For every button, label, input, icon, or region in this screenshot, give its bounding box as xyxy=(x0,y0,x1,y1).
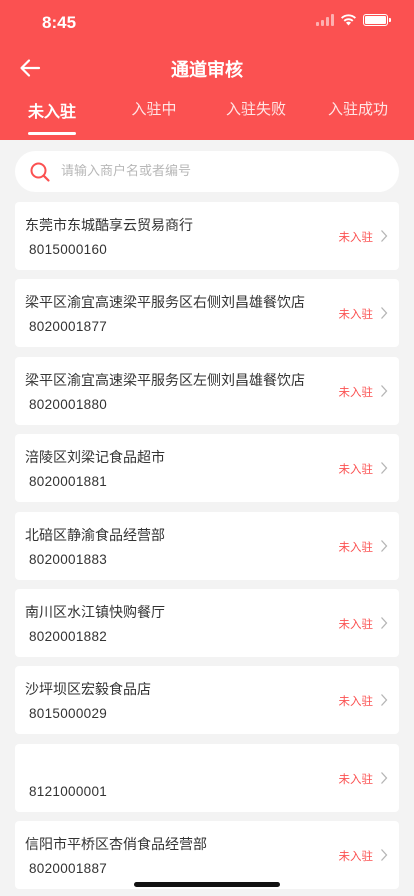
merchant-code: 8015000160 xyxy=(29,242,108,257)
battery-icon xyxy=(363,14,391,26)
merchant-code: 8121000001 xyxy=(29,783,108,799)
status-bar: 8:45 xyxy=(0,0,414,46)
merchant-card[interactable]: 涪陵区刘梁记食品超市 8020001881 未入驻 xyxy=(15,434,399,503)
chevron-right-icon xyxy=(381,539,388,552)
tab-bar: 未入驻 入驻中 入驻失败 入驻成功 xyxy=(0,90,414,140)
tab-label: 未入驻 xyxy=(27,102,76,121)
merchant-name: 信阳市平桥区杏俏食品经营部 xyxy=(25,837,207,854)
status-time: 8:45 xyxy=(42,13,77,32)
merchant-card[interactable]: 梁平区渝宜高速梁平服务区左侧刘昌雄餐饮店 8020001880 未入驻 xyxy=(15,356,399,425)
merchant-name: 北碚区静渝食品经营部 xyxy=(25,527,165,544)
status-label: 未入驻 xyxy=(338,849,374,864)
merchant-code: 8020001882 xyxy=(29,628,108,644)
status-label: 未入驻 xyxy=(338,307,374,322)
merchant-name: 涪陵区刘梁记食品超市 xyxy=(25,450,165,467)
chevron-right-icon xyxy=(381,230,388,242)
merchant-card[interactable]: 东莞市东城酷享云贸易商行 8015000160 未入驻 xyxy=(15,202,399,270)
chevron-right-icon xyxy=(381,462,388,475)
status-label: 未入驻 xyxy=(338,694,374,709)
chevron-right-icon xyxy=(381,617,388,629)
merchant-name: 沙坪坝区宏毅食品店 xyxy=(25,682,151,699)
merchant-code: 8020001881 xyxy=(29,474,108,490)
merchant-code: 8015000029 xyxy=(29,706,108,722)
nav-bar: 通道审核 xyxy=(0,46,414,90)
status-label: 未入驻 xyxy=(338,771,374,786)
search-input[interactable] xyxy=(61,164,361,179)
merchant-name: 南川区水江镇快购餐厅 xyxy=(25,604,165,621)
status-icons xyxy=(316,14,391,26)
merchant-card[interactable]: 沙坪坝区宏毅食品店 8015000029 未入驻 xyxy=(15,666,399,735)
tab-label: 入驻成功 xyxy=(327,100,388,118)
status-label: 未入驻 xyxy=(338,230,374,244)
active-tab-indicator xyxy=(28,132,76,135)
header: 8:45 通道审核 未入驻 入驻中 入驻失败 入驻成功 xyxy=(0,0,414,140)
tab-not-settled[interactable]: 未入驻 xyxy=(7,98,97,135)
merchant-card[interactable]: 8121000001 未入驻 xyxy=(15,743,399,812)
status-label: 未入驻 xyxy=(338,616,374,631)
home-indicator xyxy=(134,882,280,887)
tab-settling[interactable]: 入驻中 xyxy=(109,98,199,119)
chevron-right-icon xyxy=(381,771,388,784)
tab-label: 入驻中 xyxy=(131,100,177,118)
tab-label: 入驻失败 xyxy=(225,100,286,118)
merchant-code: 8020001880 xyxy=(29,396,108,412)
merchant-name: 东莞市东城酷享云贸易商行 xyxy=(25,218,193,234)
page-title: 通道审核 xyxy=(171,60,243,81)
chevron-right-icon xyxy=(381,384,388,397)
merchant-card[interactable]: 南川区水江镇快购餐厅 8020001882 未入驻 xyxy=(15,588,399,657)
merchant-name: 梁平区渝宜高速梁平服务区左侧刘昌雄餐饮店 xyxy=(25,372,305,389)
chevron-right-icon xyxy=(381,694,388,707)
merchant-code: 8020001887 xyxy=(29,861,108,877)
status-label: 未入驻 xyxy=(338,462,374,477)
search-bar[interactable] xyxy=(15,151,399,192)
status-label: 未入驻 xyxy=(338,539,374,554)
merchant-card[interactable]: 信阳市平桥区杏俏食品经营部 8020001887 未入驻 xyxy=(15,821,399,890)
tab-settle-success[interactable]: 入驻成功 xyxy=(313,98,403,119)
search-icon xyxy=(30,162,50,182)
merchant-name: 梁平区渝宜高速梁平服务区右侧刘昌雄餐饮店 xyxy=(25,295,305,312)
merchant-code: 8020001877 xyxy=(29,319,108,335)
wifi-icon xyxy=(341,14,356,26)
merchant-code: 8020001883 xyxy=(29,551,108,567)
merchant-card[interactable]: 北碚区静渝食品经营部 8020001883 未入驻 xyxy=(15,511,399,580)
tab-settle-failed[interactable]: 入驻失败 xyxy=(211,98,301,119)
signal-icon xyxy=(316,14,334,26)
merchant-card[interactable]: 梁平区渝宜高速梁平服务区右侧刘昌雄餐饮店 8020001877 未入驻 xyxy=(15,279,399,348)
chevron-right-icon xyxy=(381,849,388,862)
chevron-right-icon xyxy=(381,307,388,320)
status-label: 未入驻 xyxy=(338,384,374,399)
merchant-list: 东莞市东城酷享云贸易商行 8015000160 未入驻 梁平区渝宜高速梁平服务区… xyxy=(15,202,399,896)
